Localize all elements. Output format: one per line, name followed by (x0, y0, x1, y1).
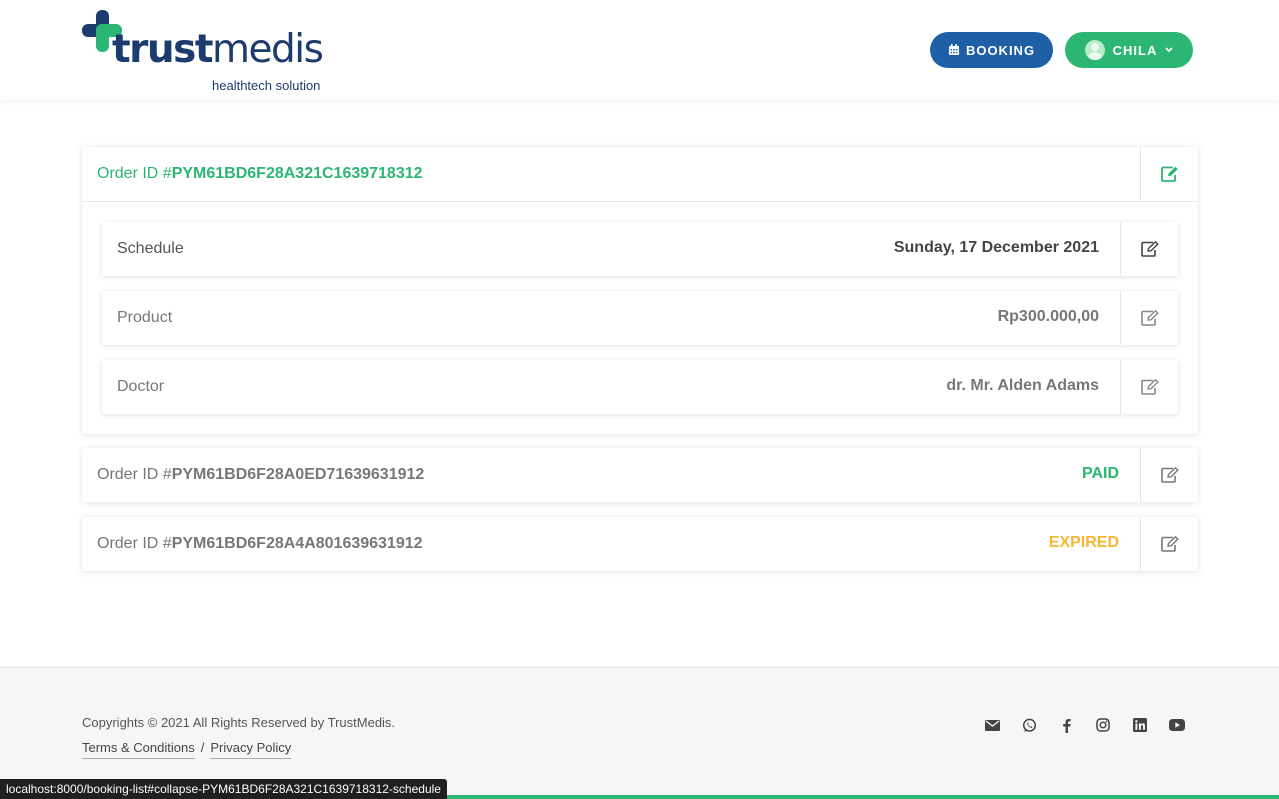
mail-icon[interactable] (984, 717, 1000, 733)
linkedin-icon[interactable] (1132, 717, 1148, 733)
youtube-icon[interactable] (1169, 717, 1185, 733)
product-edit-button[interactable] (1120, 291, 1178, 345)
site-header: trustmedis healthtech solution BOOKING C… (0, 0, 1279, 100)
edit-icon (1140, 310, 1159, 326)
terms-link[interactable]: Terms & Conditions (82, 740, 195, 759)
copyright-text: Copyrights © 2021 All Rights Reserved by… (82, 715, 396, 730)
privacy-link[interactable]: Privacy Policy (210, 740, 292, 759)
footer-links: Terms & Conditions / Privacy Policy (82, 740, 292, 759)
whatsapp-icon[interactable] (1021, 717, 1037, 733)
order-id: Order ID #PYM61BD6F28A4A801639631912 (97, 535, 423, 552)
edit-icon (1160, 166, 1178, 182)
link-separator: / (200, 740, 205, 755)
logo-tagline: healthtech solution (212, 78, 321, 93)
order-header[interactable]: Order ID #PYM61BD6F28A321C1639718312 (82, 147, 1198, 201)
doctor-label: Doctor (117, 378, 165, 395)
user-menu-button[interactable]: CHILA (1065, 32, 1193, 68)
instagram-icon[interactable] (1095, 717, 1111, 733)
status-badge: EXPIRED (1048, 534, 1119, 551)
edit-icon (1160, 467, 1179, 483)
calendar-icon (948, 44, 959, 55)
facebook-icon[interactable] (1058, 717, 1074, 733)
booking-label: BOOKING (965, 42, 1036, 58)
schedule-value: Sunday, 17 December 2021 (893, 239, 1099, 256)
schedule-label: Schedule (117, 240, 184, 257)
avatar (1084, 40, 1105, 60)
order-card: Order ID #PYM61BD6F28A0ED71639631912 PAI… (82, 448, 1198, 502)
chevron-down-icon (1165, 47, 1173, 53)
edit-icon (1160, 536, 1179, 552)
logo-wordmark: trustmedis (112, 27, 324, 72)
status-badge: PAID (1081, 465, 1119, 482)
schedule-edit-button[interactable] (1120, 222, 1178, 276)
order-details: Schedule Sunday, 17 December 2021 Produc… (82, 201, 1198, 434)
doctor-row[interactable]: Doctor dr. Mr. Alden Adams (102, 360, 1178, 414)
product-label: Product (117, 309, 173, 326)
order-id: Order ID #PYM61BD6F28A321C1639718312 (97, 165, 423, 182)
order-card-expanded: Order ID #PYM61BD6F28A321C1639718312 Sch… (82, 147, 1198, 434)
order-id: Order ID #PYM61BD6F28A0ED71639631912 (97, 466, 425, 483)
browser-status-url: localhost:8000/booking-list#collapse-PYM… (0, 779, 447, 799)
order-card: Order ID #PYM61BD6F28A4A801639631912 EXP… (82, 517, 1198, 571)
order-header[interactable]: Order ID #PYM61BD6F28A4A801639631912 EXP… (82, 517, 1198, 571)
doctor-edit-button[interactable] (1120, 360, 1178, 414)
product-row[interactable]: Product Rp300.000,00 (102, 291, 1178, 345)
product-value: Rp300.000,00 (997, 308, 1099, 325)
order-header[interactable]: Order ID #PYM61BD6F28A0ED71639631912 PAI… (82, 448, 1198, 502)
edit-icon (1140, 241, 1159, 257)
social-links (984, 717, 1185, 733)
trustmedis-logo[interactable]: trustmedis healthtech solution (82, 8, 342, 96)
doctor-value: dr. Mr. Alden Adams (946, 377, 1099, 394)
user-name: CHILA (1112, 42, 1158, 58)
order-edit-button[interactable] (1140, 147, 1198, 201)
order-edit-button[interactable] (1140, 448, 1198, 502)
schedule-row[interactable]: Schedule Sunday, 17 December 2021 (102, 222, 1178, 276)
edit-icon (1140, 379, 1159, 395)
booking-button[interactable]: BOOKING (930, 32, 1053, 68)
order-edit-button[interactable] (1140, 517, 1198, 571)
